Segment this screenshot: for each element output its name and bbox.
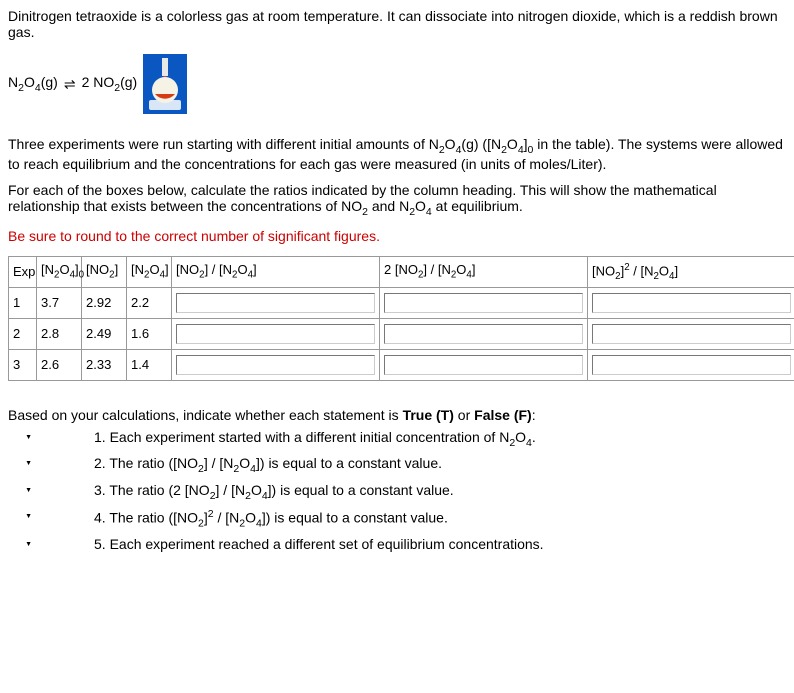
cell-n2o4-0: 2.6	[37, 349, 82, 380]
tf-dropdown-1[interactable]	[8, 430, 34, 445]
ratio1-input-row2[interactable]	[176, 324, 375, 344]
statement-4: 4. The ratio ([NO2]2 / [N2O4]) is equal …	[94, 506, 786, 531]
ratio-table: Exp [N2O4]0 [NO2] [N2O4] [NO2] / [N2O4] …	[8, 256, 794, 381]
cell-n2o4-0: 3.7	[37, 287, 82, 318]
header-exp: Exp	[9, 256, 37, 287]
equation-left: N2O4(g)	[8, 74, 58, 94]
cell-exp: 3	[9, 349, 37, 380]
flask-image	[143, 54, 187, 114]
tf-dropdown-5[interactable]	[8, 537, 34, 552]
ratio2-input-row2[interactable]	[384, 324, 583, 344]
statements-intro: Based on your calculations, indicate whe…	[8, 407, 786, 423]
ratio3-input-row3[interactable]	[592, 355, 791, 375]
ratio3-input-row2[interactable]	[592, 324, 791, 344]
statement-1: 1. Each experiment started with a differ…	[94, 427, 786, 450]
equation-right: 2 NO2(g)	[82, 74, 138, 94]
ratio2-input-row1[interactable]	[384, 293, 583, 313]
paragraph-2: For each of the boxes below, calculate t…	[8, 182, 786, 218]
statement-5: 5. Each experiment reached a different s…	[94, 534, 786, 555]
statement-2: 2. The ratio ([NO2] / [N2O4]) is equal t…	[94, 453, 786, 476]
ratio1-input-row1[interactable]	[176, 293, 375, 313]
equation-row: N2O4(g) ⇌ 2 NO2(g)	[8, 54, 786, 114]
header-n2o4: [N2O4]	[127, 256, 172, 287]
warning-text: Be sure to round to the correct number o…	[8, 228, 786, 244]
ratio2-input-row3[interactable]	[384, 355, 583, 375]
cell-exp: 2	[9, 318, 37, 349]
cell-n2o4: 1.4	[127, 349, 172, 380]
header-ratio-2: 2 [NO2] / [N2O4]	[380, 256, 588, 287]
table-row: 3 2.6 2.33 1.4	[9, 349, 794, 380]
paragraph-1: Three experiments were run starting with…	[8, 136, 786, 172]
tf-dropdown-4[interactable]	[8, 509, 34, 524]
cell-no2: 2.33	[82, 349, 127, 380]
ratio1-input-row3[interactable]	[176, 355, 375, 375]
equation-arrow: ⇌	[64, 76, 76, 93]
intro-text: Dinitrogen tetraoxide is a colorless gas…	[8, 8, 786, 40]
header-n2o4-initial: [N2O4]0	[37, 256, 82, 287]
cell-exp: 1	[9, 287, 37, 318]
header-ratio-1: [NO2] / [N2O4]	[172, 256, 380, 287]
tf-dropdown-2[interactable]	[8, 456, 34, 471]
statements-block: Based on your calculations, indicate whe…	[8, 407, 786, 555]
header-ratio-3: [NO2]2 / [N2O4]	[588, 256, 794, 287]
cell-n2o4: 1.6	[127, 318, 172, 349]
ratio3-input-row1[interactable]	[592, 293, 791, 313]
cell-no2: 2.92	[82, 287, 127, 318]
cell-n2o4-0: 2.8	[37, 318, 82, 349]
header-no2: [NO2]	[82, 256, 127, 287]
table-header-row: Exp [N2O4]0 [NO2] [N2O4] [NO2] / [N2O4] …	[9, 256, 794, 287]
statement-3: 3. The ratio (2 [NO2] / [N2O4]) is equal…	[94, 480, 786, 503]
cell-n2o4: 2.2	[127, 287, 172, 318]
tf-dropdown-3[interactable]	[8, 483, 34, 498]
table-row: 2 2.8 2.49 1.6	[9, 318, 794, 349]
table-row: 1 3.7 2.92 2.2	[9, 287, 794, 318]
cell-no2: 2.49	[82, 318, 127, 349]
